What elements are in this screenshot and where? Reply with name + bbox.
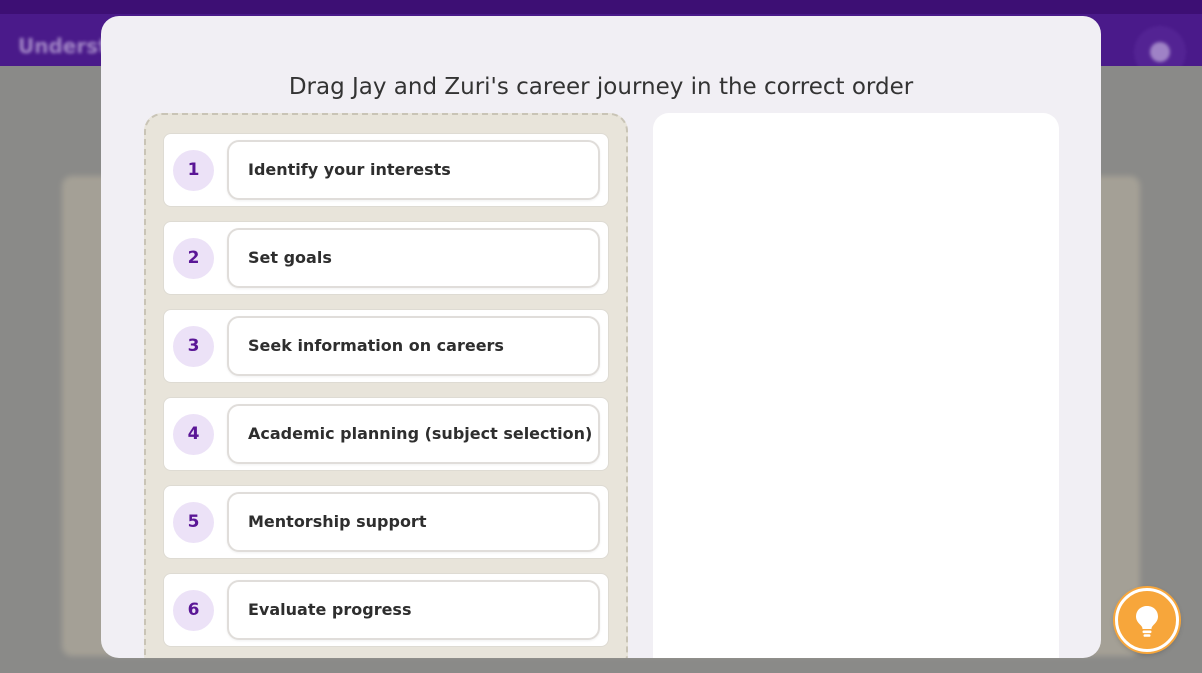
step-number-badge: 2 xyxy=(173,238,214,279)
draggable-card[interactable]: Evaluate progress xyxy=(227,580,600,640)
draggable-card[interactable]: Set goals xyxy=(227,228,600,288)
draggable-card[interactable]: Academic planning (subject selection) xyxy=(227,404,600,464)
modal-title: Drag Jay and Zuri's career journey in th… xyxy=(288,74,914,100)
step-number-badge: 3 xyxy=(173,326,214,367)
draggable-card[interactable]: Identify your interests xyxy=(227,140,600,200)
draggable-items-list: 1 Identify your interests 2 Set goals 3 … xyxy=(144,113,628,658)
step-number-badge: 5 xyxy=(173,502,214,543)
list-item: 2 Set goals xyxy=(163,221,609,295)
step-number-badge: 6 xyxy=(173,590,214,631)
step-number-badge: 4 xyxy=(173,414,214,455)
drop-zone[interactable] xyxy=(653,113,1059,658)
hint-button[interactable] xyxy=(1115,588,1179,652)
lightbulb-icon xyxy=(1136,606,1158,637)
step-number-badge: 1 xyxy=(173,150,214,191)
drag-order-modal: Drag Jay and Zuri's career journey in th… xyxy=(101,16,1101,658)
draggable-card[interactable]: Seek information on careers xyxy=(227,316,600,376)
draggable-card[interactable]: Mentorship support xyxy=(227,492,600,552)
list-item: 5 Mentorship support xyxy=(163,485,609,559)
list-item: 4 Academic planning (subject selection) xyxy=(163,397,609,471)
list-item: 3 Seek information on careers xyxy=(163,309,609,383)
list-item: 6 Evaluate progress xyxy=(163,573,609,647)
app-header-title: Underst xyxy=(18,34,108,58)
list-item: 1 Identify your interests xyxy=(163,133,609,207)
